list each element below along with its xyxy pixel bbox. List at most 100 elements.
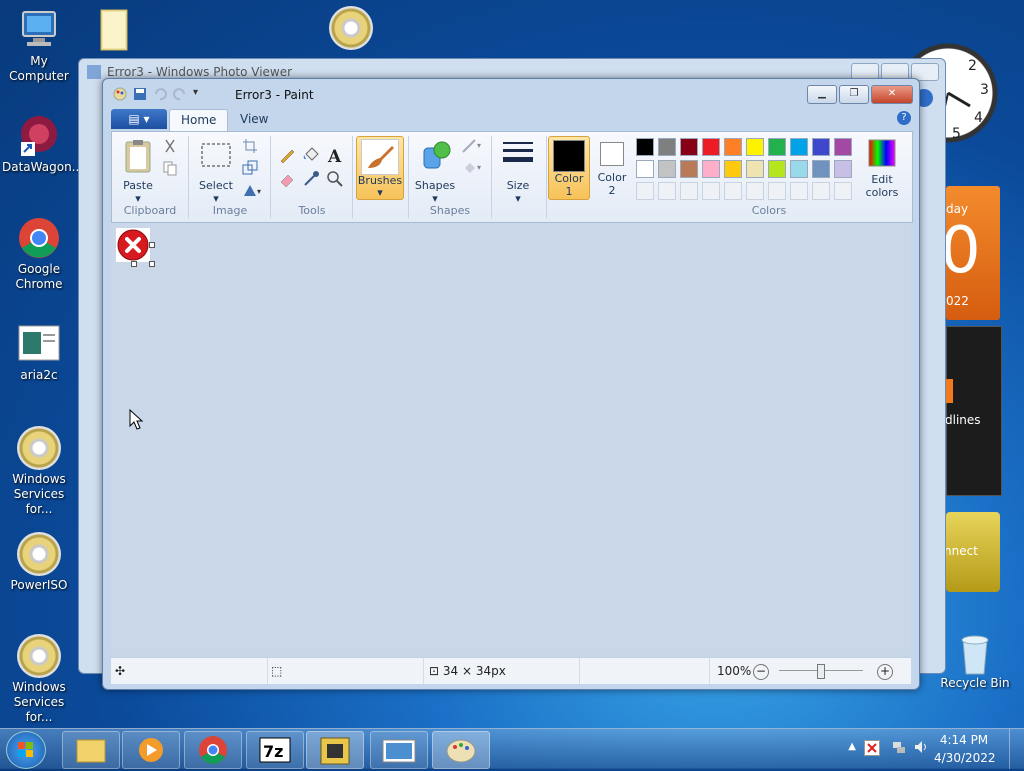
palette-custom-slot[interactable]: [812, 182, 830, 200]
rotate-icon[interactable]: ▾: [242, 182, 261, 200]
palette-color-swatch[interactable]: [790, 138, 808, 156]
desktop-icon-my-computer[interactable]: My Computer: [2, 8, 76, 84]
taskbar-photo-viewer[interactable]: [370, 731, 428, 769]
help-icon[interactable]: ?: [897, 111, 911, 125]
palette-color-swatch[interactable]: [746, 160, 764, 178]
resize-handle-bottom[interactable]: [131, 261, 137, 267]
action-center-icon[interactable]: [864, 740, 880, 756]
palette-custom-slot[interactable]: [702, 182, 720, 200]
eraser-icon[interactable]: [278, 170, 296, 188]
network-icon[interactable]: [892, 740, 906, 754]
undo-icon[interactable]: [153, 87, 167, 101]
palette-color-swatch[interactable]: [680, 138, 698, 156]
palette-custom-slot[interactable]: [790, 182, 808, 200]
canvas-area[interactable]: [111, 223, 911, 655]
zoom-in-button[interactable]: +: [877, 664, 893, 680]
close-button[interactable]: ✕: [871, 85, 913, 104]
palette-color-swatch[interactable]: [724, 160, 742, 178]
paint-window[interactable]: ▾ Error3 - Paint ▁ ❐ ✕ ▤ ▾ Home View ? P…: [102, 78, 920, 690]
tab-view[interactable]: View: [229, 109, 279, 130]
image-size: 34 × 34px: [442, 664, 506, 678]
palette-color-swatch[interactable]: [658, 160, 676, 178]
resize-handle-right[interactable]: [149, 242, 155, 248]
palette-color-swatch[interactable]: [658, 138, 676, 156]
clock[interactable]: 4:14 PM 4/30/2022: [934, 733, 996, 765]
file-menu-button[interactable]: ▤ ▾: [111, 109, 167, 129]
palette-color-swatch[interactable]: [724, 138, 742, 156]
headlines-gadget[interactable]: dlines: [945, 326, 1002, 496]
palette-color-swatch[interactable]: [790, 160, 808, 178]
shapes-button[interactable]: Shapes ▾: [413, 138, 457, 205]
desktop-icon-disc-tool[interactable]: [314, 6, 388, 52]
volume-icon[interactable]: [914, 740, 930, 754]
palette-color-swatch[interactable]: [834, 160, 852, 178]
palette-color-swatch[interactable]: [702, 138, 720, 156]
palette-color-swatch[interactable]: [768, 160, 786, 178]
resize-handle-corner[interactable]: [149, 261, 155, 267]
pencil-icon[interactable]: [278, 146, 296, 164]
palette-custom-slot[interactable]: [746, 182, 764, 200]
show-hidden-icons-button[interactable]: ▲: [848, 741, 856, 752]
palette-custom-slot[interactable]: [658, 182, 676, 200]
drawing-canvas[interactable]: [116, 228, 150, 262]
taskbar-paint[interactable]: [432, 731, 490, 769]
palette-custom-slot[interactable]: [834, 182, 852, 200]
palette-color-swatch[interactable]: [812, 138, 830, 156]
palette-color-swatch[interactable]: [746, 138, 764, 156]
color2-button[interactable]: Color 2: [592, 136, 632, 198]
taskbar-archive[interactable]: [306, 731, 364, 769]
taskbar-explorer[interactable]: [62, 731, 120, 769]
save-icon[interactable]: [133, 87, 147, 101]
desktop-icon-windows-services-1[interactable]: Windows Services for...: [2, 426, 76, 517]
brushes-button[interactable]: Brushes ▾: [356, 136, 404, 200]
desktop-icon-recycle-bin[interactable]: Recycle Bin: [938, 630, 1012, 691]
desktop-icon-datawagon[interactable]: DataWagon...: [2, 114, 83, 175]
desktop-icon-windows-services-2[interactable]: Windows Services for...: [2, 634, 76, 725]
paint-titlebar[interactable]: ▾ Error3 - Paint ▁ ❐ ✕: [103, 79, 919, 109]
palette-color-swatch[interactable]: [680, 160, 698, 178]
desktop-icon-poweriso[interactable]: PowerISO: [2, 532, 76, 593]
desktop-icon-aria2c[interactable]: aria2c: [2, 322, 76, 383]
show-desktop-button[interactable]: [1009, 729, 1024, 769]
palette-color-swatch[interactable]: [834, 138, 852, 156]
calendar-gadget[interactable]: day 0 022: [940, 186, 1000, 320]
redo-icon[interactable]: [173, 87, 187, 101]
customize-qat-icon[interactable]: ▾: [193, 87, 207, 101]
size-button[interactable]: Size ▾: [498, 138, 538, 205]
zoom-out-button[interactable]: −: [753, 664, 769, 680]
connect-gadget[interactable]: nnect: [944, 512, 1000, 592]
crop-icon[interactable]: [242, 138, 260, 156]
magnifier-icon[interactable]: [326, 170, 344, 188]
palette-custom-slot[interactable]: [768, 182, 786, 200]
minimize-button[interactable]: ▁: [807, 85, 837, 104]
resize-icon[interactable]: [242, 160, 260, 178]
palette-color-swatch[interactable]: [812, 160, 830, 178]
paste-button[interactable]: Paste ▾: [118, 138, 158, 205]
edit-colors-button[interactable]: Edit colors: [860, 138, 904, 199]
outline-icon[interactable]: ▾: [461, 138, 481, 156]
start-button[interactable]: [6, 731, 46, 769]
copy-icon[interactable]: [162, 160, 180, 178]
text-icon[interactable]: A: [326, 146, 344, 167]
fill-icon[interactable]: [302, 146, 320, 164]
zoom-slider-thumb[interactable]: [817, 664, 825, 679]
palette-color-swatch[interactable]: [768, 138, 786, 156]
palette-custom-slot[interactable]: [636, 182, 654, 200]
desktop-icon-google-chrome[interactable]: Google Chrome: [2, 216, 76, 292]
cut-icon[interactable]: [162, 138, 180, 156]
desktop-icon-folder[interactable]: [76, 6, 150, 52]
taskbar-media-player[interactable]: [122, 731, 180, 769]
color1-button[interactable]: Color 1: [548, 136, 590, 200]
color-picker-icon[interactable]: [302, 170, 320, 188]
taskbar-7zip[interactable]: 7z: [246, 731, 304, 769]
palette-custom-slot[interactable]: [724, 182, 742, 200]
select-button[interactable]: Select ▾: [194, 138, 238, 205]
tab-home[interactable]: Home: [169, 109, 229, 131]
palette-color-swatch[interactable]: [702, 160, 720, 178]
fill-shape-icon[interactable]: ▾: [461, 160, 481, 178]
taskbar-chrome[interactable]: [184, 731, 242, 769]
palette-color-swatch[interactable]: [636, 138, 654, 156]
restore-button[interactable]: ❐: [839, 85, 869, 104]
palette-custom-slot[interactable]: [680, 182, 698, 200]
palette-color-swatch[interactable]: [636, 160, 654, 178]
